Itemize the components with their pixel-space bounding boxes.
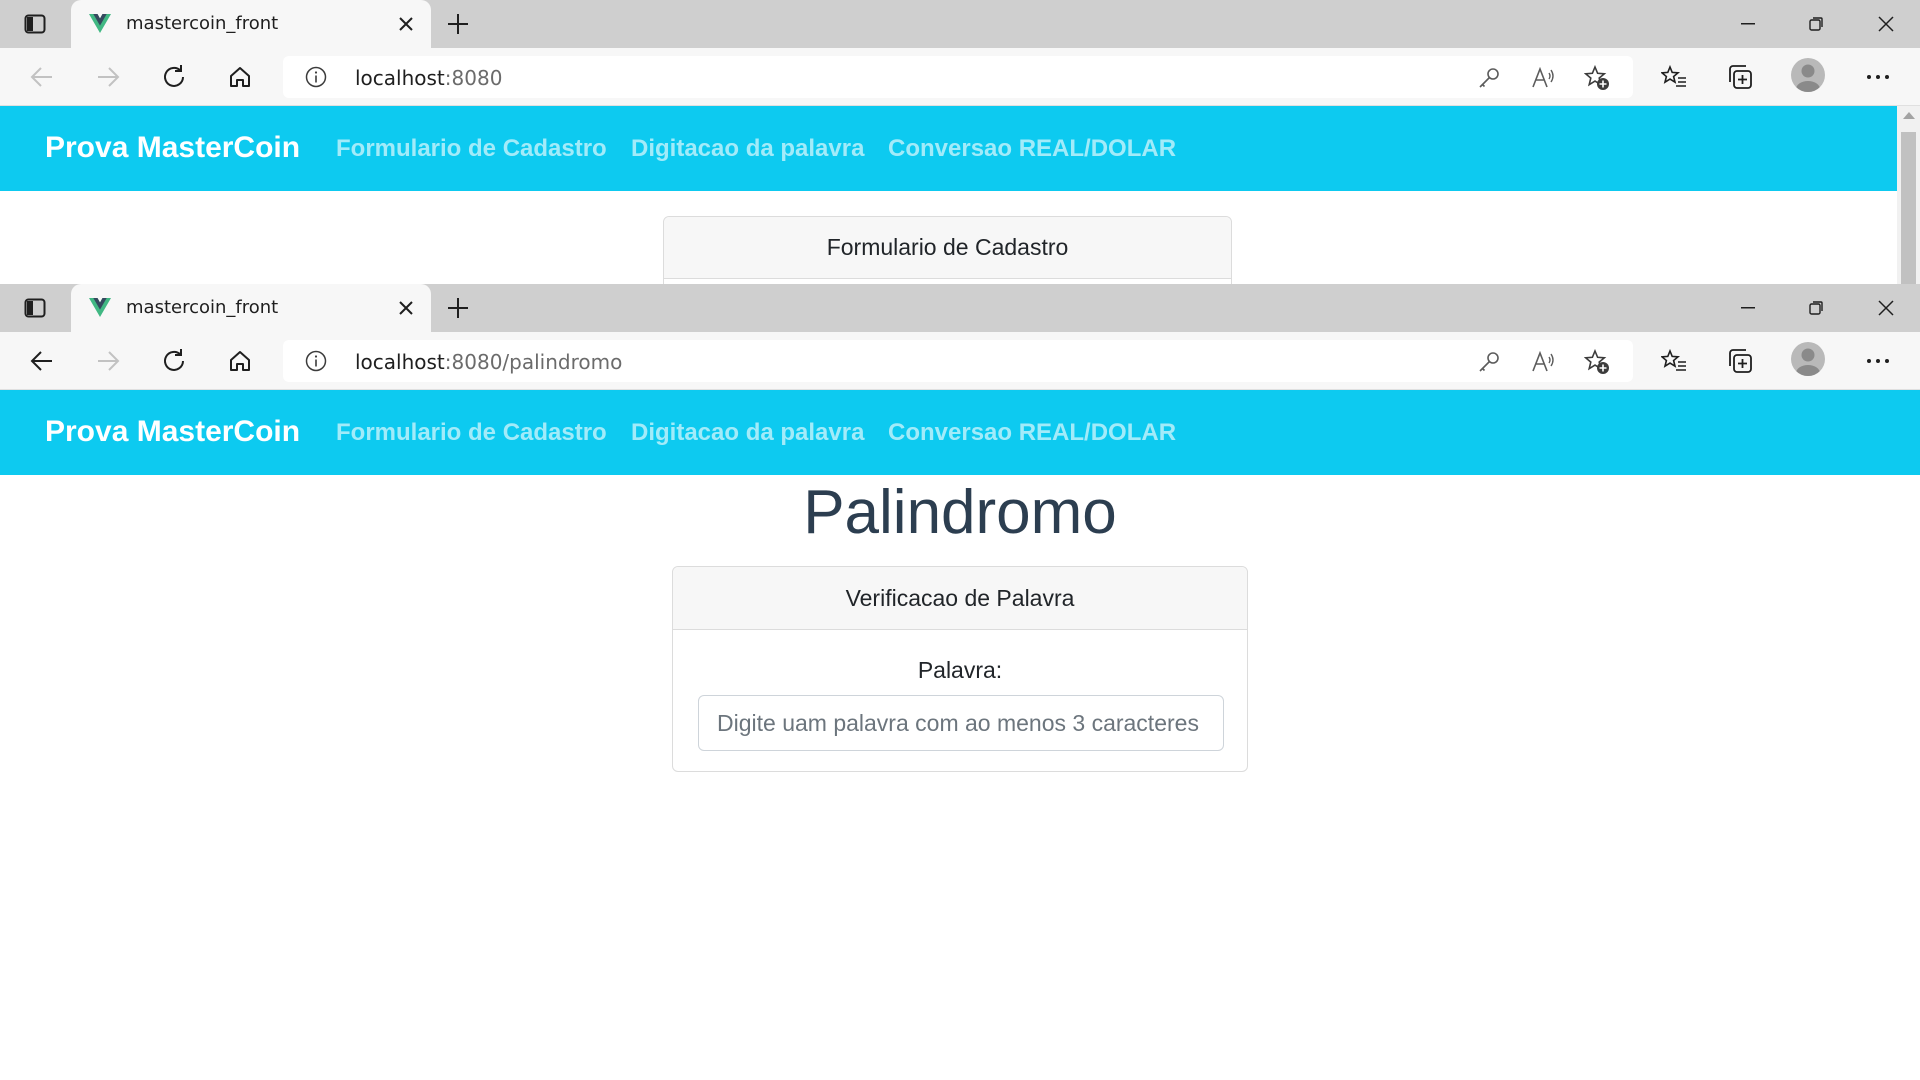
page-viewport: Prova MasterCoin Formulario de Cadastro … (0, 106, 1920, 284)
arrow-left-icon[interactable] (24, 343, 60, 379)
browser-toolbar: localhost:8080/palindromo (0, 332, 1920, 390)
address-path: :8080/palindromo (444, 350, 623, 374)
refresh-icon[interactable] (156, 59, 192, 95)
restore-icon[interactable] (1782, 0, 1850, 48)
arrow-left-icon[interactable] (24, 59, 60, 95)
nav-link-palavra[interactable]: Digitacao da palavra (631, 135, 864, 163)
nav-link-palavra[interactable]: Digitacao da palavra (631, 419, 864, 447)
star-plus-icon[interactable] (1584, 349, 1610, 375)
read-aloud-icon[interactable] (1530, 349, 1556, 375)
scrollbar[interactable] (1897, 106, 1920, 284)
close-window-icon[interactable] (1852, 284, 1920, 332)
scroll-up-icon[interactable] (1903, 112, 1915, 119)
info-icon[interactable] (305, 66, 327, 88)
nav-link-conversao[interactable]: Conversao REAL/DOLAR (888, 419, 1176, 447)
navbar-brand[interactable]: Prova MasterCoin (45, 131, 300, 165)
more-icon[interactable] (1860, 343, 1896, 379)
close-icon[interactable] (395, 13, 417, 35)
browser-tab[interactable]: mastercoin_front (71, 284, 431, 332)
address-host: localhost (355, 66, 445, 90)
nav-link-cadastro[interactable]: Formulario de Cadastro (336, 135, 607, 163)
key-icon[interactable] (1476, 349, 1502, 375)
navbar-brand[interactable]: Prova MasterCoin (45, 415, 300, 449)
navbar: Prova MasterCoin Formulario de Cadastro … (0, 106, 1897, 191)
tab-actions-icon[interactable] (14, 293, 56, 323)
minimize-icon[interactable] (1714, 284, 1782, 332)
arrow-right-icon[interactable] (90, 343, 126, 379)
card-header: Formulario de Cadastro (664, 217, 1231, 279)
avatar[interactable] (1791, 58, 1825, 92)
star-plus-icon[interactable] (1584, 65, 1610, 91)
page-title: Palindromo (803, 478, 1117, 547)
favorites-icon[interactable] (1656, 59, 1692, 95)
address-bar[interactable]: localhost:8080/palindromo (283, 340, 1633, 382)
info-icon[interactable] (305, 350, 327, 372)
refresh-icon[interactable] (156, 343, 192, 379)
vue-logo-icon (89, 298, 111, 317)
favorites-icon[interactable] (1656, 343, 1692, 379)
browser-toolbar: localhost:8080 (0, 48, 1920, 106)
tab-strip: mastercoin_front (0, 284, 1920, 332)
plus-icon[interactable] (440, 293, 476, 323)
more-icon[interactable] (1860, 59, 1896, 95)
scroll-thumb[interactable] (1901, 132, 1916, 284)
nav-link-cadastro[interactable]: Formulario de Cadastro (336, 419, 607, 447)
browser-window-back: mastercoin_front localhost:8080 Prova Ma… (0, 0, 1920, 284)
navbar: Prova MasterCoin Formulario de Cadastro … (0, 390, 1920, 475)
tab-title: mastercoin_front (126, 13, 279, 34)
close-icon[interactable] (395, 297, 417, 319)
card-header: Verificacao de Palavra (673, 567, 1247, 630)
card-verificacao: Verificacao de Palavra Palavra: (672, 566, 1248, 772)
address-text: localhost:8080 (355, 66, 502, 90)
tab-actions-icon[interactable] (14, 9, 56, 39)
browser-tab[interactable]: mastercoin_front (71, 0, 431, 48)
read-aloud-icon[interactable] (1530, 65, 1556, 91)
home-icon[interactable] (222, 343, 258, 379)
card-cadastro: Formulario de Cadastro (663, 216, 1232, 284)
collections-icon[interactable] (1722, 343, 1758, 379)
restore-icon[interactable] (1782, 284, 1850, 332)
address-text: localhost:8080/palindromo (355, 350, 622, 374)
plus-icon[interactable] (440, 9, 476, 39)
browser-window-front: mastercoin_front localhost:8080/palindro… (0, 284, 1920, 1080)
palavra-input[interactable] (698, 695, 1224, 751)
collections-icon[interactable] (1722, 59, 1758, 95)
address-host: localhost (355, 350, 445, 374)
tab-strip: mastercoin_front (0, 0, 1920, 48)
minimize-icon[interactable] (1714, 0, 1782, 48)
vue-logo-icon (89, 14, 111, 33)
arrow-right-icon[interactable] (90, 59, 126, 95)
palavra-label: Palavra: (917, 657, 1003, 683)
address-path: :8080 (444, 66, 503, 90)
avatar[interactable] (1791, 342, 1825, 376)
key-icon[interactable] (1476, 65, 1502, 91)
page-viewport: Prova MasterCoin Formulario de Cadastro … (0, 390, 1920, 1080)
address-bar[interactable]: localhost:8080 (283, 56, 1633, 98)
home-icon[interactable] (222, 59, 258, 95)
close-window-icon[interactable] (1852, 0, 1920, 48)
tab-title: mastercoin_front (126, 297, 279, 318)
nav-link-conversao[interactable]: Conversao REAL/DOLAR (888, 135, 1176, 163)
